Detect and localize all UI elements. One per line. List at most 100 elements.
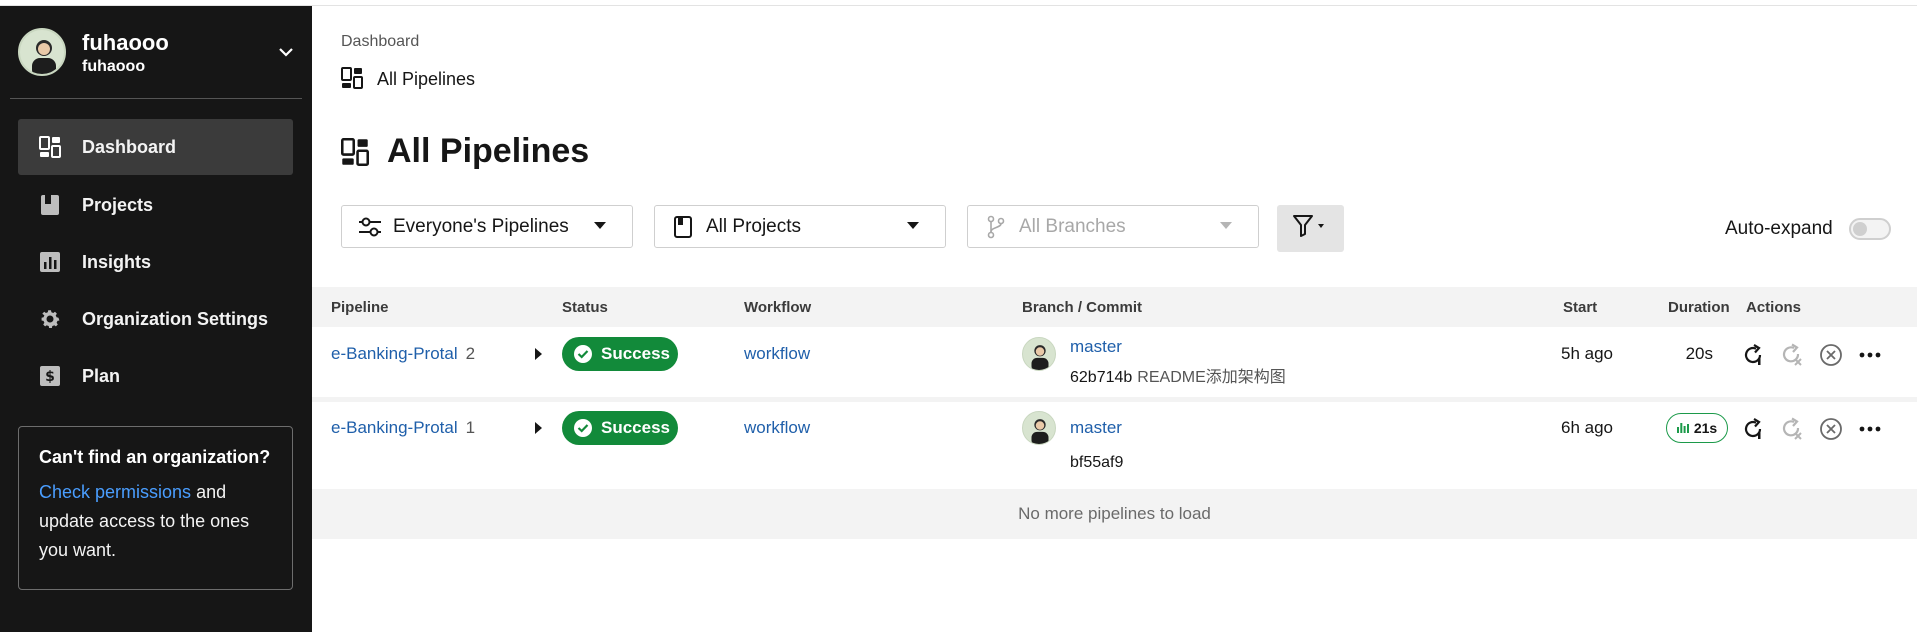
rerun-icon[interactable] [1739, 415, 1767, 443]
pipeline-number: 2 [465, 344, 476, 363]
commit-message: README添加架构图 [1137, 369, 1286, 386]
col-actions: Actions [1746, 299, 1802, 316]
org-help-title: Can't find an organization? [39, 447, 271, 467]
branches-filter-select[interactable]: All Branches [967, 205, 1259, 248]
rerun-failed-icon[interactable] [1778, 415, 1806, 443]
more-options-icon[interactable] [1856, 341, 1884, 369]
filter-button[interactable] [1277, 205, 1344, 252]
chevron-down-icon[interactable] [276, 42, 296, 62]
status-label: Success [601, 344, 670, 363]
svg-text:$: $ [45, 369, 55, 385]
expand-row-icon[interactable] [535, 422, 542, 434]
sidebar-item-organization-settings[interactable]: Organization Settings [18, 291, 293, 347]
table-row: e-Banking-Protal 1 Success workflow maste… [312, 402, 1917, 489]
check-permissions-link[interactable]: Check permissions [39, 482, 191, 502]
col-status: Status [562, 299, 608, 316]
dashboard-icon [341, 67, 365, 91]
pipelines-table-header: Pipeline Status Workflow Branch / Commit… [312, 287, 1917, 327]
sidebar-item-dashboard[interactable]: Dashboard [18, 119, 293, 175]
start-time: 5h ago [1561, 344, 1613, 363]
branches-filter-value: All Branches [1019, 215, 1126, 237]
commit-info: 62b714b README添加架构图 [1070, 363, 1286, 387]
status-label: Success [601, 418, 670, 437]
sidebar-item-projects[interactable]: Projects [18, 177, 293, 233]
breadcrumb-parent[interactable]: Dashboard [341, 33, 419, 51]
sidebar-divider [10, 98, 302, 99]
auto-expand-label: Auto-expand [1725, 218, 1833, 239]
user-org: fuhaooo [82, 58, 146, 75]
caret-down-icon [594, 222, 606, 229]
expand-row-icon[interactable] [535, 348, 542, 360]
sidebar-item-label: Dashboard [82, 136, 177, 157]
dashboard-icon [38, 135, 62, 159]
bar-chart-icon [1676, 420, 1689, 436]
rerun-icon[interactable] [1739, 341, 1767, 369]
pipeline-cell: e-Banking-Protal 1 [331, 418, 475, 438]
projects-filter-value: All Projects [706, 215, 802, 237]
user-switcher[interactable]: fuhaooo fuhaooo [18, 28, 296, 84]
projects-filter-select[interactable]: All Projects [654, 205, 946, 248]
sidebar: fuhaooo fuhaooo Dashboard Projects Insig… [0, 6, 312, 632]
pipeline-number: 1 [465, 418, 476, 437]
status-badge[interactable]: Success [562, 337, 678, 371]
breadcrumb-current: All Pipelines [341, 67, 475, 91]
user-name: fuhaooo [82, 30, 169, 55]
workflow-link[interactable]: workflow [744, 344, 810, 364]
sidebar-item-label: Projects [82, 194, 154, 215]
pipeline-link[interactable]: e-Banking-Protal [331, 344, 458, 363]
branch-link[interactable]: master [1070, 418, 1122, 438]
auto-expand-toggle[interactable] [1849, 218, 1891, 240]
col-pipeline: Pipeline [331, 299, 389, 316]
book-icon [38, 193, 62, 217]
col-workflow: Workflow [744, 299, 812, 316]
org-help-box: Can't find an organization? Check permis… [18, 426, 293, 590]
sliders-icon [357, 215, 383, 239]
commit-info: bf55af9 [1070, 452, 1123, 472]
workflow-link[interactable]: workflow [744, 418, 810, 438]
check-circle-icon [573, 344, 593, 364]
sidebar-item-insights[interactable]: Insights [18, 234, 293, 290]
gear-icon [38, 307, 62, 331]
duration-insights-pill[interactable]: 21s [1666, 413, 1728, 443]
rerun-failed-icon[interactable] [1778, 341, 1806, 369]
dollar-icon: $ [38, 364, 62, 388]
table-row: e-Banking-Protal 2 Success workflow maste… [312, 327, 1917, 397]
caret-down-icon [1220, 222, 1232, 229]
no-more-pipelines: No more pipelines to load [312, 489, 1917, 539]
book-icon [670, 215, 696, 239]
cancel-icon[interactable] [1817, 415, 1845, 443]
page-title-text: All Pipelines [387, 132, 590, 170]
user-avatar [18, 28, 66, 76]
commit-author-avatar [1022, 337, 1056, 371]
pipeline-link[interactable]: e-Banking-Protal [331, 418, 458, 437]
page-title: All Pipelines [341, 132, 589, 171]
breadcrumb-current-label: All Pipelines [377, 68, 476, 89]
more-options-icon[interactable] [1856, 415, 1884, 443]
filter-icon [1291, 213, 1331, 244]
commit-sha[interactable]: bf55af9 [1070, 454, 1123, 471]
main-content: Dashboard All Pipelines All Pipelines Ev… [312, 6, 1917, 632]
org-help-text: Check permissions and update access to t… [39, 478, 272, 565]
cancel-icon[interactable] [1817, 341, 1845, 369]
sidebar-item-plan[interactable]: $ Plan [18, 348, 293, 404]
sidebar-item-label: Plan [82, 365, 121, 386]
check-circle-icon [573, 418, 593, 438]
dashboard-icon [341, 137, 369, 167]
chart-icon [38, 250, 62, 274]
caret-down-icon [907, 222, 919, 229]
commit-sha[interactable]: 62b714b [1070, 369, 1132, 386]
col-start: Start [1563, 299, 1598, 316]
status-badge[interactable]: Success [562, 411, 678, 445]
branch-link[interactable]: master [1070, 337, 1122, 357]
col-duration: Duration [1668, 299, 1730, 316]
col-branch-commit: Branch / Commit [1022, 299, 1143, 316]
branch-icon [983, 215, 1009, 239]
duration: 20s [1685, 344, 1713, 363]
pipelines-filter-value: Everyone's Pipelines [393, 215, 569, 237]
commit-author-avatar [1022, 411, 1056, 445]
start-time: 6h ago [1561, 418, 1613, 437]
pipeline-cell: e-Banking-Protal 2 [331, 344, 475, 364]
duration: 21s [1693, 420, 1718, 436]
sidebar-item-label: Organization Settings [82, 308, 269, 329]
pipelines-filter-select[interactable]: Everyone's Pipelines [341, 205, 633, 248]
